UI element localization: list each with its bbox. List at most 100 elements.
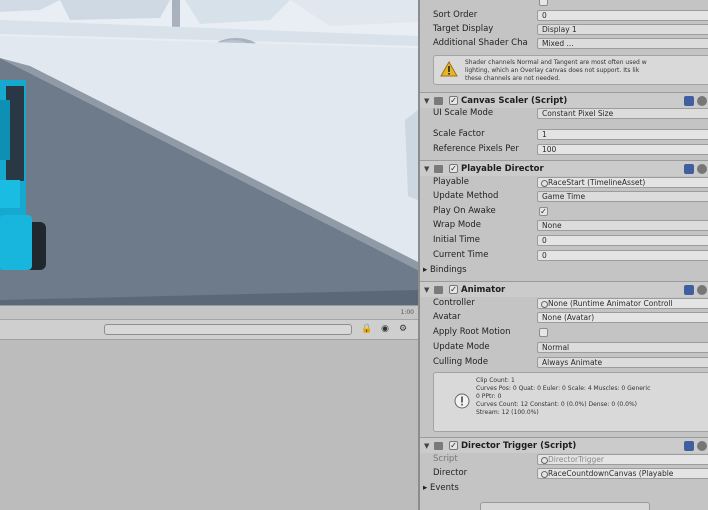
director-label: Director [433,468,468,478]
script-object-field: DirectorTrigger [537,454,708,465]
animator-header[interactable]: ▼ ✓ Animator [420,281,708,297]
animator-icon [434,286,443,294]
bindings-foldout[interactable]: ▸ Bindings [423,264,623,276]
bindings-label: Bindings [429,265,467,275]
help-book-icon[interactable] [684,285,694,295]
info-line: Clip Count: 1 [476,377,515,384]
canvas-pixel-perfect-row [420,0,708,8]
lock-icon[interactable]: 🔒 [360,323,374,336]
director-trigger-header[interactable]: ▼ ✓ Director Trigger (Script) [420,437,708,453]
reference-pixels-row: Reference Pixels Per 100 [420,142,708,156]
director-trigger-enabled-checkbox[interactable]: ✓ [449,441,458,450]
scale-factor-label: Scale Factor [433,129,485,139]
target-display-label: Target Display [433,24,494,34]
avatar-label: Avatar [433,312,461,322]
initial-time-field[interactable]: 0 [537,235,708,246]
wrap-mode-row: Wrap Mode None [420,218,708,232]
avatar-object-field[interactable]: None (Avatar) [537,312,708,323]
avatar-row: Avatar None (Avatar) [420,310,708,324]
update-method-label: Update Method [433,191,499,201]
current-time-row: Current Time 0 [420,248,708,262]
apply-root-motion-label: Apply Root Motion [433,327,511,337]
update-mode-row: Update Mode Normal [420,340,708,354]
reference-pixels-field[interactable]: 100 [537,144,708,155]
help-book-icon[interactable] [684,96,694,106]
animator-info-box: Clip Count: 1 Curves Pos: 0 Quat: 0 Eule… [433,372,708,432]
play-on-awake-row: Play On Awake ✓ [420,204,708,218]
info-line: Curves Count: 12 Constant: 0 (0.0%) Dens… [476,401,637,408]
time-readout: 1:00 [400,309,414,316]
sort-order-field[interactable]: 0 [537,10,708,21]
events-foldout[interactable]: ▸ Events [423,482,623,494]
scale-factor-field[interactable]: 1 [537,129,708,140]
playable-director-header[interactable]: ▼ ✓ Playable Director [420,160,708,176]
script-label: Script [433,454,458,464]
apply-root-motion-checkbox[interactable] [539,328,548,337]
apply-root-motion-row: Apply Root Motion [420,325,708,339]
settings-gear-icon[interactable] [697,164,707,174]
settings-gear-icon[interactable] [697,441,707,451]
update-method-dropdown[interactable]: Game Time [537,191,708,202]
warning-icon [440,61,458,77]
help-book-icon[interactable] [684,164,694,174]
info-line: 0 PPtr: 0 [476,393,502,400]
playable-label: Playable [433,177,469,187]
ui-scale-mode-dropdown[interactable]: Constant Pixel Size [537,108,708,119]
current-time-field[interactable]: 0 [537,250,708,261]
timeline-header: 1:00 [0,306,418,320]
script-icon [434,97,443,105]
play-on-awake-label: Play On Awake [433,206,496,216]
current-time-label: Current Time [433,250,489,260]
shader-channels-row: Additional Shader Cha Mixed ... [420,36,708,50]
shader-channels-label: Additional Shader Cha [433,38,528,48]
update-method-row: Update Method Game Time [420,189,708,203]
director-row: Director RaceCountdownCanvas (Playable [420,466,708,480]
info-line: Stream: 12 (100.0%) [476,409,539,416]
pixel-perfect-checkbox[interactable] [539,0,548,6]
target-display-dropdown[interactable]: Display 1 [537,24,708,35]
director-object-field[interactable]: RaceCountdownCanvas (Playable [537,468,708,479]
animator-enabled-checkbox[interactable]: ✓ [449,285,458,294]
inspector-panel: Sort Order 0 Target Display Display 1 Ad… [420,0,708,510]
playable-director-enabled-checkbox[interactable]: ✓ [449,164,458,173]
culling-mode-dropdown[interactable]: Always Animate [537,357,708,368]
wrap-mode-label: Wrap Mode [433,220,481,230]
controller-object-field[interactable]: None (Runtime Animator Controll [537,298,708,309]
sort-order-label: Sort Order [433,10,478,20]
culling-mode-row: Culling Mode Always Animate [420,355,708,369]
events-label: Events [429,483,459,493]
sort-order-row: Sort Order 0 [420,8,708,22]
initial-time-label: Initial Time [433,235,481,245]
update-mode-label: Update Mode [433,342,490,352]
settings-gear-icon[interactable] [697,96,707,106]
controller-row: Controller None (Runtime Animator Contro… [420,296,708,310]
shader-channels-dropdown[interactable]: Mixed ... [537,38,708,49]
info-line: Curves Pos: 0 Quat: 0 Euler: 0 Scale: 4 … [476,385,651,392]
wrap-mode-dropdown[interactable]: None [537,220,708,231]
culling-mode-label: Culling Mode [433,357,489,367]
canvas-scaler-enabled-checkbox[interactable]: ✓ [449,96,458,105]
ui-scale-mode-row: UI Scale Mode Constant Pixel Size [420,106,708,120]
timeline-scrollbar[interactable] [104,324,352,335]
target-display-row: Target Display Display 1 [420,22,708,36]
warning-line: Shader channels Normal and Tangent are m… [465,59,647,66]
timeline-panel: 1:00 🔒 ◉ ⚙ [0,305,418,510]
script-row: Script DirectorTrigger [420,452,708,466]
playable-row: Playable RaceStart (TimelineAsset) [420,175,708,189]
settings-gear-icon[interactable] [697,285,707,295]
scene-render [0,0,418,305]
scene-view[interactable] [0,0,418,305]
shader-warning-box: Shader channels Normal and Tangent are m… [433,55,708,85]
snow-mound [60,0,170,20]
scale-factor-row: Scale Factor 1 [420,127,708,141]
playable-object-field[interactable]: RaceStart (TimelineAsset) [537,177,708,188]
info-icon [454,393,470,409]
gear-icon[interactable]: ⚙ [396,323,410,336]
initial-time-row: Initial Time 0 [420,233,708,247]
play-on-awake-checkbox[interactable]: ✓ [539,207,548,216]
update-mode-dropdown[interactable]: Normal [537,342,708,353]
eye-icon[interactable]: ◉ [378,323,392,336]
help-book-icon[interactable] [684,441,694,451]
script-icon [434,442,443,450]
add-component-button[interactable] [480,502,650,510]
